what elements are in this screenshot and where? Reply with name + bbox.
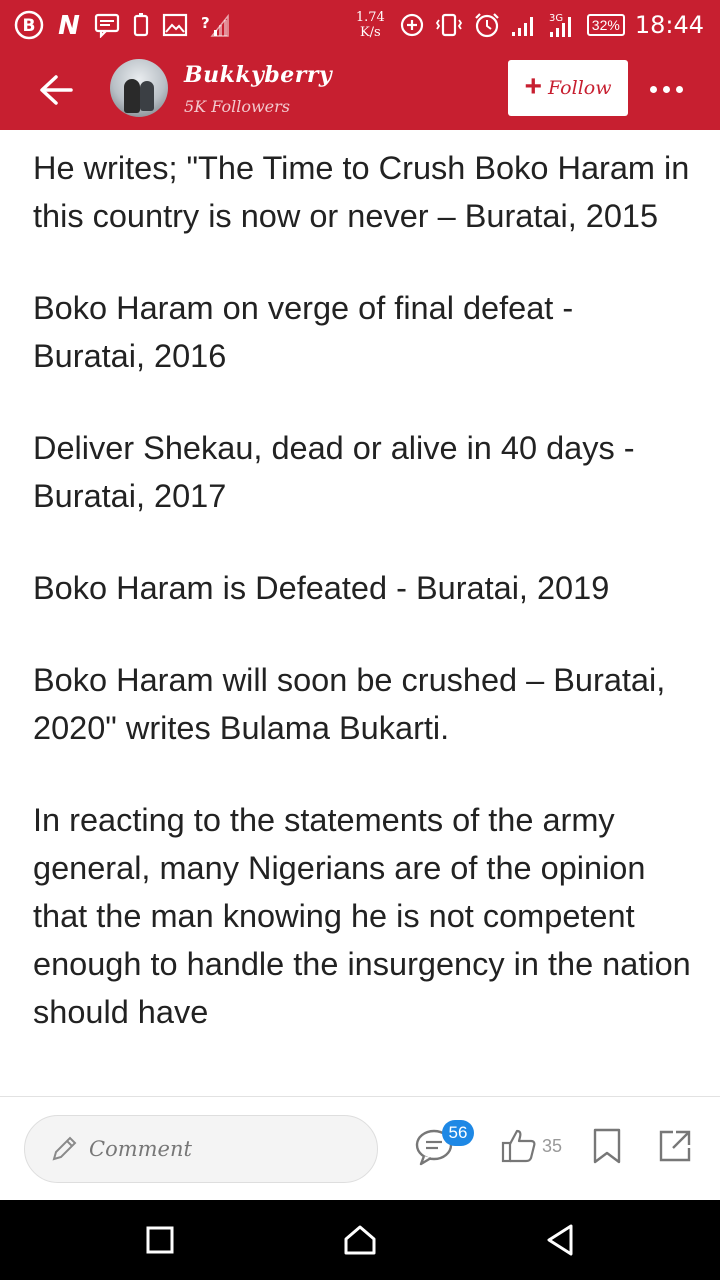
battery-indicator: 32% — [586, 14, 625, 36]
article-paragraph: Deliver Shekau, dead or alive in 40 days… — [33, 430, 635, 514]
back-button[interactable] — [36, 70, 76, 110]
svg-text:?: ? — [201, 14, 210, 32]
thumbs-up-icon — [501, 1129, 536, 1163]
share-icon — [659, 1130, 691, 1162]
comment-input[interactable]: Comment — [24, 1115, 378, 1183]
back-arrow-icon — [40, 75, 73, 105]
3g-label: 3G — [549, 13, 563, 24]
b-app-icon: B — [14, 10, 44, 40]
plus-icon: + — [524, 69, 543, 103]
square-icon — [146, 1226, 174, 1254]
like-count: 35 — [542, 1135, 563, 1156]
network-speed-value: 1.74 — [355, 10, 385, 25]
alarm-icon — [473, 11, 501, 39]
article-paragraph: Boko Haram on verge of final defeat - Bu… — [33, 290, 574, 374]
image-icon — [162, 12, 188, 38]
phone-outline-icon — [132, 12, 150, 38]
home-button[interactable] — [340, 1220, 380, 1260]
channel-name[interactable]: Bukkyberry — [184, 62, 332, 88]
more-options-button[interactable] — [644, 74, 688, 104]
bottom-action-bar: Comment 35 — [0, 1096, 720, 1200]
like-button[interactable]: 35 — [500, 1127, 562, 1165]
recent-apps-button[interactable] — [140, 1220, 180, 1260]
share-button[interactable] — [656, 1127, 694, 1165]
system-navigation-bar — [0, 1200, 720, 1280]
network-speed-unit: K/s — [359, 25, 381, 40]
follow-button[interactable]: + Follow — [508, 60, 628, 116]
pencil-icon — [52, 1136, 77, 1161]
message-icon — [94, 12, 120, 38]
article-body: He writes; "The Time to Crush Boko Haram… — [33, 144, 693, 1094]
article-paragraph: He writes; "The Time to Crush Boko Haram… — [33, 150, 690, 234]
app-header: Bukkyberry 5K Followers + Follow — [0, 50, 720, 130]
vibrate-icon — [435, 12, 463, 38]
bookmark-button[interactable] — [592, 1127, 622, 1165]
3g-signal-icon: 3G — [547, 11, 577, 39]
more-dot-icon — [662, 85, 670, 93]
article-paragraph: In reacting to the statements of the arm… — [33, 802, 691, 1030]
avatar[interactable] — [110, 59, 168, 117]
plus-circle-icon — [399, 12, 425, 38]
more-dot-icon — [675, 85, 683, 93]
network-speed: 1.74 K/s — [356, 10, 385, 40]
no-signal-icon: ? — [200, 12, 230, 38]
status-bar: B N ? 1.74 K/s 3G 32% 18:44 — [0, 0, 720, 50]
article-paragraph: Boko Haram will soon be crushed – Burata… — [33, 662, 666, 746]
clock: 18:44 — [634, 11, 704, 39]
svg-text:B: B — [23, 16, 36, 36]
n-app-icon: N — [56, 12, 82, 38]
svg-text:N: N — [58, 12, 80, 38]
home-icon — [344, 1225, 376, 1255]
triangle-back-icon — [547, 1224, 573, 1256]
follower-count: 5K Followers — [184, 97, 290, 116]
more-dot-icon — [649, 85, 657, 93]
back-nav-button[interactable] — [540, 1220, 580, 1260]
follow-button-label: Follow — [548, 77, 612, 99]
article-paragraph: Boko Haram is Defeated - Buratai, 2019 — [33, 570, 610, 606]
comment-placeholder: Comment — [89, 1137, 192, 1161]
signal-icon — [511, 13, 537, 37]
bookmark-icon — [593, 1128, 621, 1164]
comment-count-badge: 56 — [442, 1120, 474, 1146]
